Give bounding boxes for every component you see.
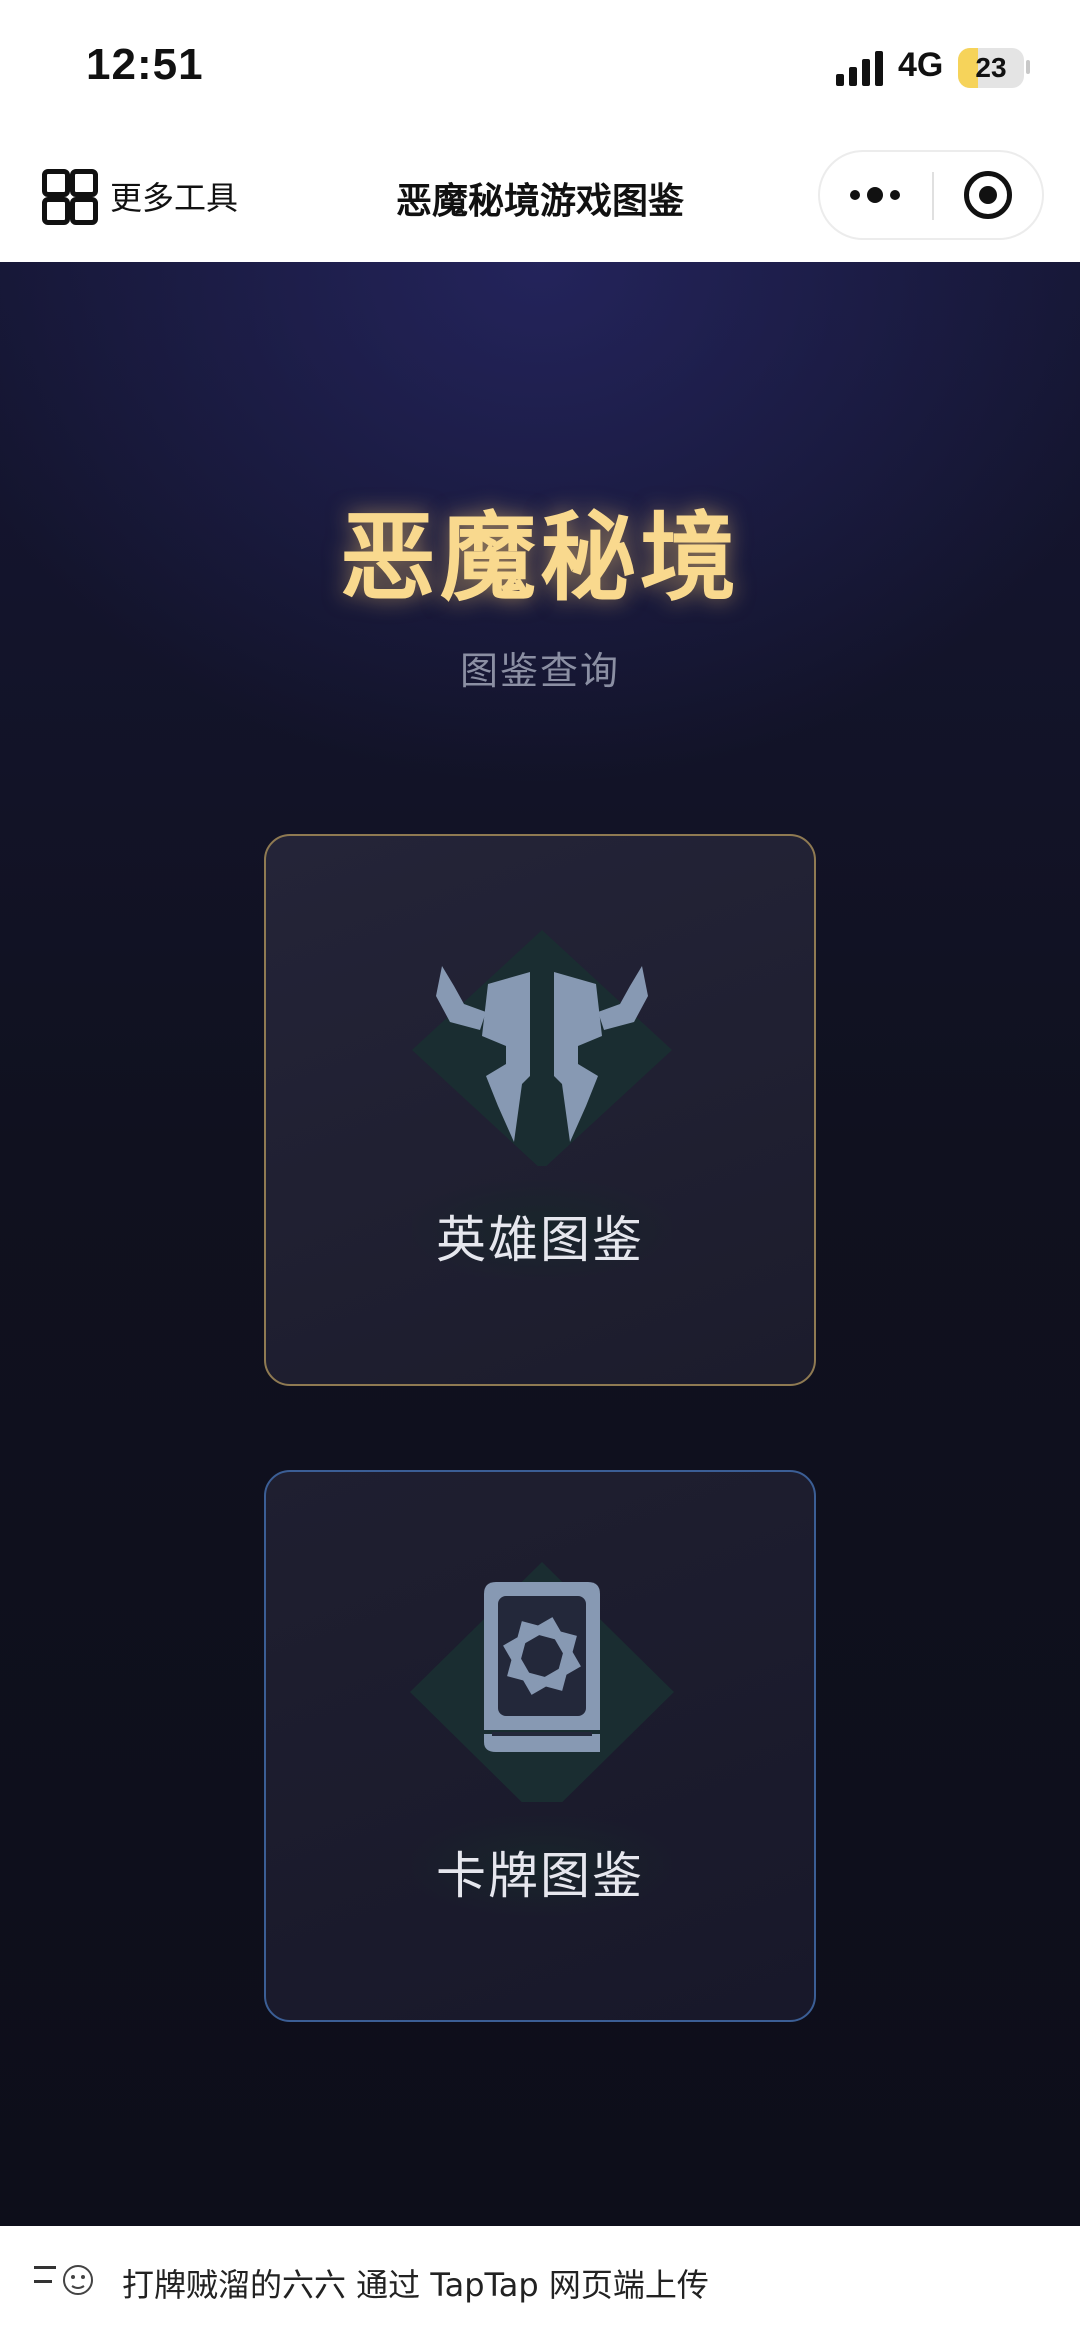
avatar-sticker-icon: [30, 2250, 96, 2310]
signal-icon: [836, 50, 886, 86]
target-close-icon[interactable]: [964, 171, 1012, 219]
network-type: 4G: [898, 46, 944, 84]
capsule-divider: [932, 172, 934, 220]
upload-credit: 打牌贼溜的六六 通过 TapTap 网页端上传: [122, 2266, 709, 2304]
upload-footer: 打牌贼溜的六六 通过 TapTap 网页端上传: [0, 2226, 1080, 2337]
horned-helmet-icon: [412, 930, 672, 1166]
main-content: 恶魔秘境 图鉴查询 英雄图鉴 卡牌图鉴: [0, 262, 1080, 2226]
nav-bar: 更多工具 恶魔秘境游戏图鉴: [0, 140, 1080, 262]
card-codex-card[interactable]: 卡牌图鉴: [264, 1470, 816, 2022]
battery-icon: 23: [958, 48, 1024, 88]
more-dots-icon[interactable]: [850, 152, 924, 238]
hero-codex-card[interactable]: 英雄图鉴: [264, 834, 816, 1386]
battery-level: 23: [975, 52, 1007, 83]
capsule-menu: [818, 150, 1044, 240]
app-title: 恶魔秘境: [340, 502, 740, 614]
hero-codex-label: 英雄图鉴: [436, 1211, 644, 1269]
battery-nub: [1026, 60, 1030, 74]
card-book-icon: [410, 1562, 674, 1802]
status-bar: 12:51 4G 23: [0, 0, 1080, 140]
status-time: 12:51: [86, 40, 204, 89]
card-codex-label: 卡牌图鉴: [436, 1847, 644, 1905]
app-subtitle: 图鉴查询: [459, 649, 620, 693]
